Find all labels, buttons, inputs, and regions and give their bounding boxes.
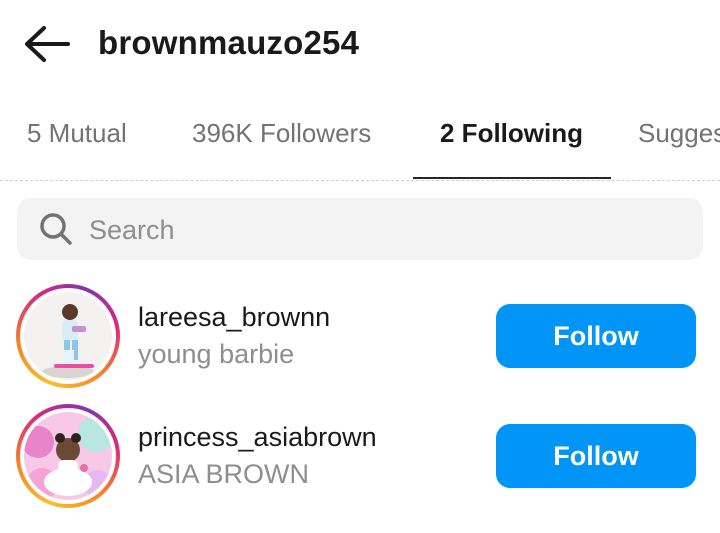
profile-photo [24, 292, 112, 380]
tab-followers[interactable]: 396K Followers [192, 118, 371, 149]
username[interactable]: lareesa_brownn [138, 302, 330, 333]
search-icon [40, 213, 72, 245]
username[interactable]: princess_asiabrown [138, 422, 377, 453]
search-input[interactable] [87, 208, 681, 252]
back-button[interactable] [22, 24, 72, 64]
avatar[interactable] [16, 284, 120, 388]
arrow-left-icon [25, 26, 70, 62]
tab-mutual[interactable]: 5 Mutual [27, 118, 127, 149]
tab-following[interactable]: 2 Following [440, 118, 583, 149]
tab-bar: 5 Mutual 396K Followers 2 Following Sugg… [0, 100, 720, 181]
list-item[interactable]: lareesa_brownn young barbie Follow [0, 284, 720, 394]
active-tab-indicator [413, 177, 611, 179]
search-bar[interactable] [17, 198, 703, 260]
page-title: brownmauzo254 [98, 24, 360, 61]
profile-photo [24, 412, 112, 500]
display-name: young barbie [138, 339, 295, 369]
list-item[interactable]: princess_asiabrown ASIA BROWN Follow [0, 404, 720, 514]
follow-button[interactable]: Follow [496, 424, 696, 488]
avatar[interactable] [16, 404, 120, 508]
tab-suggested[interactable]: Sugges [638, 118, 720, 149]
display-name: ASIA BROWN [138, 459, 310, 489]
top-bar: brownmauzo254 [0, 0, 720, 90]
follow-button[interactable]: Follow [496, 304, 696, 368]
